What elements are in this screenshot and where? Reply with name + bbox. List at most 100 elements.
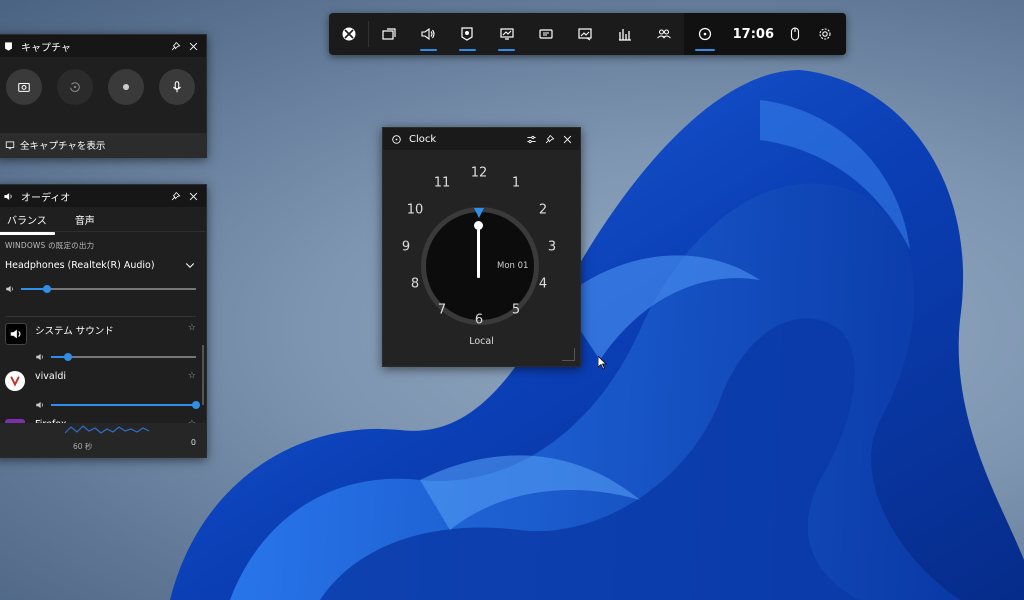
- camera-icon: [18, 82, 30, 92]
- replay-icon: [70, 82, 80, 92]
- clock-number: 10: [406, 202, 424, 218]
- clock-number: 8: [410, 276, 420, 292]
- gear-icon: [819, 28, 831, 40]
- performance-icon: [500, 28, 514, 40]
- settings-button[interactable]: [810, 13, 840, 55]
- close-icon: [189, 192, 197, 200]
- app-row-system-sounds: システム サウンド ☆: [0, 317, 206, 365]
- xbox-icon: [342, 27, 356, 41]
- app-volume-row: [35, 347, 196, 366]
- clock-number: 6: [474, 312, 484, 328]
- volume-icon: [5, 279, 15, 298]
- clock-timezone-label: Local: [469, 336, 494, 347]
- audio-scrollbar[interactable]: [202, 345, 204, 405]
- show-all-captures-label: 全キャプチャを表示: [20, 141, 106, 152]
- capture-button[interactable]: [448, 13, 487, 55]
- tab-voice[interactable]: 音声: [73, 208, 97, 231]
- widget-menu-icon: [382, 28, 396, 40]
- social-icon: [657, 29, 671, 39]
- gallery-icon: [5, 141, 15, 150]
- clock-date: Mon 01: [497, 261, 529, 271]
- close-button[interactable]: [558, 130, 576, 148]
- clock-number: 9: [401, 239, 411, 255]
- clock-number: 7: [437, 302, 447, 318]
- stats-button[interactable]: [605, 13, 644, 55]
- hour-marker-icon: [474, 208, 484, 218]
- record-icon: [122, 83, 130, 91]
- volume-icon: [35, 347, 45, 366]
- output-device-select[interactable]: Headphones (Realtek(R) Audio): [0, 251, 206, 271]
- clock-number: 4: [538, 276, 548, 292]
- clock-number: 11: [433, 175, 451, 191]
- widget-menu-button[interactable]: [369, 13, 408, 55]
- speaker-icon: [0, 187, 17, 205]
- perf-timespan: 60 秒: [73, 442, 93, 451]
- gallery-button[interactable]: [566, 13, 605, 55]
- app-name: vivaldi: [35, 371, 67, 382]
- close-button[interactable]: [184, 37, 202, 55]
- show-all-captures-link[interactable]: 全キャプチャを表示: [0, 133, 206, 157]
- audio-tabs: バランス 音声: [0, 207, 206, 235]
- social-button[interactable]: [644, 13, 683, 55]
- pin-button[interactable]: [166, 187, 184, 205]
- clock-widget-button[interactable]: [684, 13, 726, 55]
- clock-title: Clock: [409, 133, 437, 145]
- close-icon: [189, 42, 197, 50]
- resize-handle[interactable]: [562, 348, 575, 361]
- audio-title: オーディオ: [21, 192, 71, 204]
- record-button[interactable]: [108, 69, 144, 105]
- pin-button[interactable]: [166, 37, 184, 55]
- gamebar-right-section: 17:06: [683, 13, 846, 55]
- stats-icon: [618, 29, 631, 41]
- app-name: システム サウンド: [35, 326, 114, 337]
- clock-number: 2: [538, 202, 548, 218]
- favorite-star-icon[interactable]: ☆: [188, 371, 196, 381]
- master-volume-row: [0, 271, 206, 298]
- volume-icon: [35, 395, 45, 414]
- system-sounds-icon: [5, 323, 27, 345]
- clock-number: 3: [547, 239, 557, 255]
- capture-titlebar[interactable]: キャプチャ: [0, 35, 206, 57]
- app-volume-slider[interactable]: [51, 400, 200, 409]
- chevron-down-icon: [185, 263, 195, 268]
- screenshot-button[interactable]: [6, 69, 42, 105]
- capture-icon: [0, 37, 17, 55]
- performance-button[interactable]: [487, 13, 526, 55]
- app-volume-row: [35, 395, 200, 414]
- master-volume-slider[interactable]: [21, 284, 196, 293]
- mouse-cursor-icon: [598, 356, 607, 370]
- clock-number: 12: [470, 165, 488, 181]
- audio-button[interactable]: [409, 13, 448, 55]
- microphone-button[interactable]: [159, 69, 195, 105]
- close-icon: [563, 135, 571, 143]
- close-button[interactable]: [184, 187, 202, 205]
- favorite-star-icon[interactable]: ☆: [188, 323, 196, 333]
- resources-button[interactable]: [526, 13, 565, 55]
- tab-balance[interactable]: バランス: [0, 208, 55, 235]
- mouse-button[interactable]: [780, 13, 810, 55]
- sliders-icon: [526, 135, 536, 143]
- vivaldi-icon: [5, 371, 25, 391]
- pin-icon: [171, 41, 180, 50]
- record-last-button[interactable]: [57, 69, 93, 105]
- xbox-button[interactable]: [329, 13, 368, 55]
- capture-buttons: [0, 57, 206, 105]
- microphone-icon: [173, 81, 181, 93]
- clock-titlebar[interactable]: Clock: [383, 128, 580, 150]
- capture-widget: キャプチャ 全キャプチャを表示: [0, 34, 207, 158]
- clock-face: Mon 01 12 1 2 3 4 5 6 7 8 9 10 11: [383, 150, 580, 340]
- audio-widget: オーディオ バランス 音声 WINDOWS の既定の出力 Headphones …: [0, 184, 207, 458]
- performance-graph: [65, 425, 150, 434]
- game-bar: 17:06: [329, 13, 846, 55]
- clock-hand-pivot: [474, 221, 483, 230]
- clock-icon: [698, 27, 711, 41]
- clock-settings-button[interactable]: [522, 130, 540, 148]
- resources-icon: [539, 29, 553, 39]
- app-volume-slider[interactable]: [51, 352, 196, 361]
- audio-titlebar[interactable]: オーディオ: [0, 185, 206, 207]
- mouse-icon: [790, 27, 800, 41]
- pin-button[interactable]: [540, 130, 558, 148]
- app-row-vivaldi: vivaldi ☆: [0, 365, 206, 413]
- clock-icon: [387, 130, 405, 148]
- perf-value: 0: [190, 438, 196, 447]
